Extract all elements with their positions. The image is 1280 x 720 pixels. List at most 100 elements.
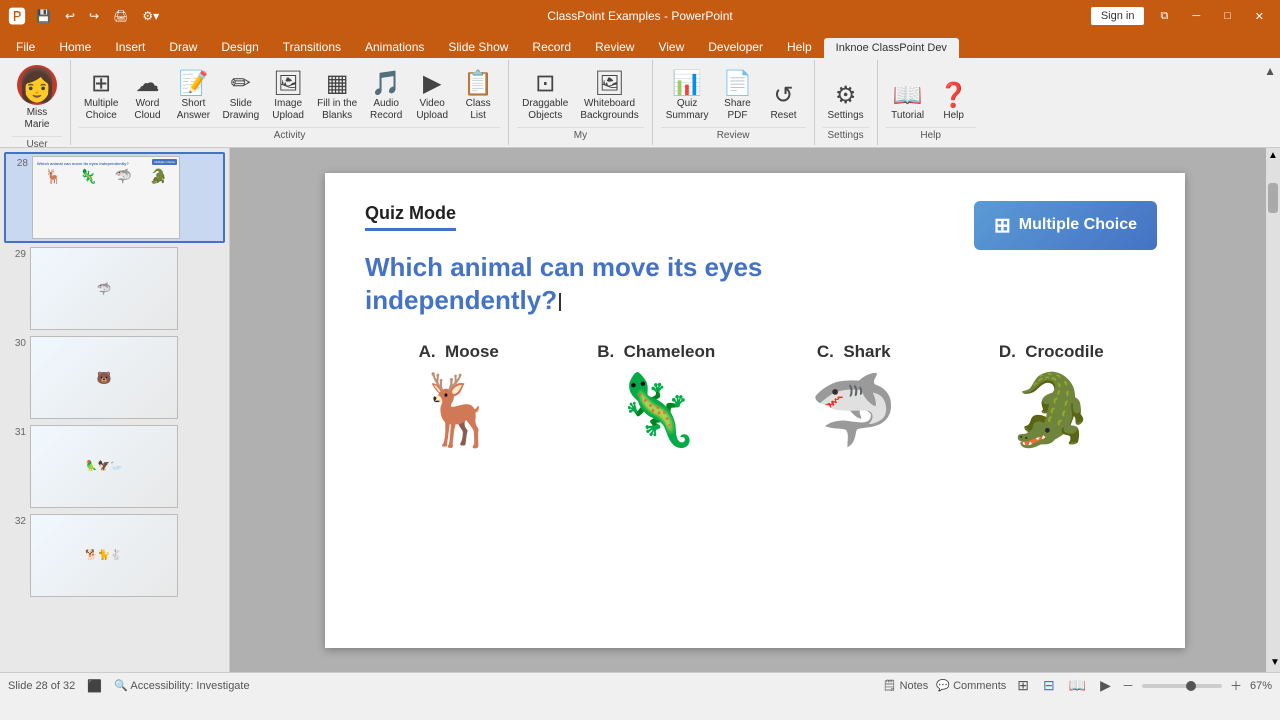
tab-record[interactable]: Record (520, 36, 583, 58)
slide-img-32: 🐕🐈🐇 (30, 514, 178, 597)
print-qat-btn[interactable]: 🖨 (109, 7, 132, 25)
ribbon-item-whiteboard[interactable]: 🖼 WhiteboardBackgrounds (575, 69, 643, 125)
mc-button-icon: ⊞ (994, 213, 1011, 238)
answer-label-b: B. Chameleon (597, 342, 715, 362)
ribbon-item-audio-record[interactable]: 🎵 AudioRecord (364, 69, 408, 125)
ribbon-group-activity-label: Activity (79, 127, 500, 143)
ribbon-item-fill-blanks[interactable]: ▦ Fill in theBlanks (312, 69, 362, 125)
ribbon-item-image-upload[interactable]: 🖼 ImageUpload (266, 69, 310, 125)
shark-image: 🦈 (810, 370, 897, 452)
minimize-btn[interactable]: ─ (1184, 8, 1208, 24)
slide-thumb-29[interactable]: 29 🦈 (4, 245, 225, 332)
ribbon-group-help-items: 📖 Tutorial ❓ Help (886, 62, 976, 125)
scroll-up-btn[interactable]: ▲ (1266, 148, 1280, 163)
slide-thumb-28[interactable]: 28 Which animal can move its eyes indepe… (4, 152, 225, 243)
scroll-down-btn[interactable]: ▼ (1268, 655, 1280, 670)
zoom-out-btn[interactable]: － (1122, 677, 1134, 694)
ribbon-group-my-label: My (517, 127, 644, 143)
title-bar-left: 🅿 💾 ↩ ↪ 🖨 ⚙▾ (8, 3, 163, 29)
maximize-btn[interactable]: □ (1216, 8, 1239, 24)
tab-classpoint[interactable]: Inknoe ClassPoint Dev (824, 38, 959, 58)
tab-file[interactable]: File (4, 36, 47, 58)
tab-transitions[interactable]: Transitions (271, 36, 353, 58)
answer-options: A. Moose 🦌 B. Chameleon 🦎 C. Shark 🦈 D. … (365, 342, 1145, 452)
ribbon-group-settings: ⚙ Settings Settings (815, 60, 878, 145)
title-bar: 🅿 💾 ↩ ↪ 🖨 ⚙▾ ClassPoint Examples - Power… (0, 0, 1280, 32)
ribbon-item-share-pdf[interactable]: 📄 SharePDF (716, 69, 760, 125)
whiteboard-label: WhiteboardBackgrounds (580, 98, 638, 122)
close-btn[interactable]: ✕ (1247, 8, 1272, 25)
ribbon-item-video-upload[interactable]: ▶ VideoUpload (410, 69, 454, 125)
tab-draw[interactable]: Draw (157, 36, 209, 58)
short-answer-icon: 📝 (179, 72, 209, 96)
slide-num-28: 28 (8, 156, 28, 169)
ribbon-group-settings-items: ⚙ Settings (823, 62, 869, 125)
reading-view-btn[interactable]: 📖 (1066, 675, 1089, 696)
tab-review[interactable]: Review (583, 36, 646, 58)
moose-image: 🦌 (415, 370, 502, 452)
ribbon-item-draggable[interactable]: ⊡ DraggableObjects (517, 69, 573, 125)
multiple-choice-label: MultipleChoice (84, 98, 118, 122)
tab-developer[interactable]: Developer (696, 36, 775, 58)
slide-thumb-30[interactable]: 30 🐻 (4, 334, 225, 421)
notes-btn[interactable]: 🗒 Notes (883, 679, 929, 692)
ribbon-item-multiple-choice[interactable]: ⊞ MultipleChoice (79, 69, 123, 125)
tab-animations[interactable]: Animations (353, 36, 436, 58)
ribbon-item-user[interactable]: 👩 MissMarie (12, 62, 62, 134)
tab-design[interactable]: Design (209, 36, 270, 58)
tab-insert[interactable]: Insert (103, 36, 157, 58)
slide-img-31: 🦜🦅🦢 (30, 425, 178, 508)
ribbon-item-slide-drawing[interactable]: ✏ SlideDrawing (217, 69, 264, 125)
window-title: ClassPoint Examples - PowerPoint (547, 9, 732, 23)
answer-option-b: B. Chameleon 🦎 (563, 342, 751, 452)
comments-btn[interactable]: 💬 Comments (936, 679, 1006, 692)
tab-view[interactable]: View (646, 36, 696, 58)
slide30-placeholder: 🐻 (31, 337, 177, 418)
fill-blanks-icon: ▦ (326, 72, 349, 96)
slide-num-30: 30 (6, 336, 26, 349)
normal-view-btn[interactable]: ⊞ (1014, 675, 1032, 696)
slide-sorter-btn[interactable]: ⊟ (1040, 675, 1058, 696)
slide-img-28: Which animal can move its eyes independe… (32, 156, 180, 239)
ribbon-item-help[interactable]: ❓ Help (932, 81, 976, 125)
ribbon-item-quiz-summary[interactable]: 📊 QuizSummary (661, 69, 714, 125)
ribbon-item-settings[interactable]: ⚙ Settings (823, 81, 869, 125)
answer-option-d: D. Crocodile 🐊 (958, 342, 1146, 452)
accessibility-label[interactable]: 🔍 Accessibility: Investigate (114, 679, 249, 692)
quiz-mode-title: Quiz Mode (365, 203, 456, 231)
zoom-slider[interactable] (1142, 684, 1222, 688)
ribbon-group-activity: ⊞ MultipleChoice ☁ WordCloud 📝 ShortAnsw… (71, 60, 509, 145)
sign-in-button[interactable]: Sign in (1091, 7, 1145, 25)
slideshow-btn[interactable]: ▶ (1097, 675, 1114, 696)
slide-thumb-32[interactable]: 32 🐕🐈🐇 (4, 512, 225, 599)
ribbon-item-reset[interactable]: ↺ Reset (762, 81, 806, 125)
ribbon-item-word-cloud[interactable]: ☁ WordCloud (125, 69, 169, 125)
slide-panel: 28 Which animal can move its eyes indepe… (0, 148, 230, 672)
restore-down-btn[interactable]: ⧉ (1152, 8, 1176, 25)
audio-record-icon: 🎵 (371, 72, 401, 96)
zoom-in-btn[interactable]: ＋ (1230, 677, 1242, 694)
ribbon-item-short-answer[interactable]: 📝 ShortAnswer (171, 69, 215, 125)
tab-home[interactable]: Home (47, 36, 103, 58)
vertical-scrollbar[interactable]: ▲ ▼ (1266, 148, 1280, 672)
ribbon-collapse-btn[interactable]: ▲ (1264, 64, 1276, 78)
scroll-thumb[interactable] (1268, 183, 1278, 213)
multiple-choice-button[interactable]: ⊞ Multiple Choice (974, 201, 1157, 250)
slide-view-icon: ⬛ (87, 679, 102, 693)
customize-qat-btn[interactable]: ⚙▾ (138, 7, 163, 25)
zoom-thumb (1186, 681, 1196, 691)
title-bar-right: Sign in ⧉ ─ □ ✕ (1091, 7, 1272, 25)
ribbon-group-activity-items: ⊞ MultipleChoice ☁ WordCloud 📝 ShortAnsw… (79, 62, 500, 125)
tab-help[interactable]: Help (775, 36, 824, 58)
mc-button-label: Multiple Choice (1019, 216, 1137, 234)
ribbon-item-tutorial[interactable]: 📖 Tutorial (886, 81, 930, 125)
ribbon-group-review-items: 📊 QuizSummary 📄 SharePDF ↺ Reset (661, 62, 806, 125)
redo-qat-btn[interactable]: ↪ (85, 7, 103, 25)
tab-slideshow[interactable]: Slide Show (436, 36, 520, 58)
slide-thumb-31[interactable]: 31 🦜🦅🦢 (4, 423, 225, 510)
undo-qat-btn[interactable]: ↩ (61, 7, 79, 25)
ribbon-group-help-label: Help (886, 127, 976, 143)
ribbon-item-class-list[interactable]: 📋 ClassList (456, 69, 500, 125)
save-qat-btn[interactable]: 💾 (32, 7, 55, 25)
answer-label-a: A. Moose (419, 342, 499, 362)
